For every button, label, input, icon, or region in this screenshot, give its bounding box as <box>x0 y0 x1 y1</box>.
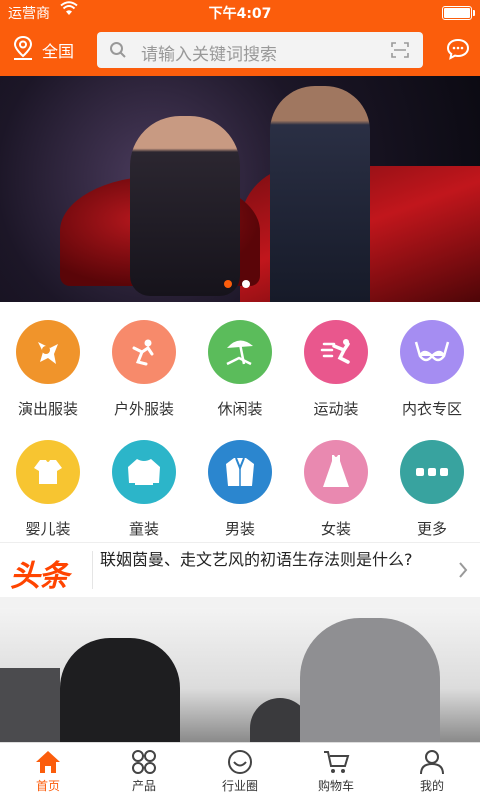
category-label: 户外服装 <box>113 400 174 418</box>
location-selector[interactable]: 全国 <box>12 35 75 65</box>
category-label: 女装 <box>320 520 351 538</box>
search-icon <box>109 41 127 64</box>
tab-mine[interactable]: 我的 <box>384 743 480 801</box>
tab-products[interactable]: 产品 <box>96 743 192 801</box>
headline-text[interactable]: 联姻茵曼、走文艺风的初语生存法则是什么? <box>100 549 445 570</box>
cart-icon <box>288 749 384 775</box>
runner-icon <box>304 320 368 384</box>
app-header: 运营商 下午4:07 全国 请输入关键词搜索 <box>0 0 480 76</box>
headline-divider <box>92 551 93 589</box>
category-label: 更多 <box>416 520 447 538</box>
tab-label: 产品 <box>131 779 156 793</box>
banner2-model-right <box>300 618 440 742</box>
category-menswear[interactable]: 男装 <box>192 440 288 539</box>
banner-model-woman <box>130 116 240 296</box>
location-pin-icon <box>12 35 34 65</box>
category-performance[interactable]: 演出服装 <box>0 320 96 419</box>
category-grid: 演出服装 户外服装 休闲装 运动装 内衣专区 婴儿装 童装 男装 女装 更多 <box>0 302 480 542</box>
home-icon <box>0 749 96 775</box>
message-icon[interactable] <box>446 38 470 64</box>
banner-pagination <box>224 280 250 288</box>
search-input[interactable]: 请输入关键词搜索 <box>97 32 423 68</box>
category-label: 休闲装 <box>217 400 263 418</box>
more-icon <box>400 440 464 504</box>
category-outdoor[interactable]: 户外服装 <box>96 320 192 419</box>
search-placeholder: 请输入关键词搜索 <box>141 45 277 65</box>
headline-news[interactable]: 头条 联姻茵曼、走文艺风的初语生存法则是什么? <box>0 542 480 597</box>
suit-icon <box>208 440 272 504</box>
status-time: 下午4:07 <box>208 6 272 22</box>
tab-home[interactable]: 首页 <box>0 743 96 801</box>
performance-icon <box>16 320 80 384</box>
promo-banner-secondary[interactable] <box>0 608 480 742</box>
banner-dot-2[interactable] <box>242 280 250 288</box>
banner-dot-1[interactable] <box>224 280 232 288</box>
outdoor-icon <box>112 320 176 384</box>
tab-label: 首页 <box>35 779 60 793</box>
banner2-model-left <box>60 638 180 742</box>
location-label: 全国 <box>42 42 75 61</box>
headline-logo: 头条 <box>10 559 69 594</box>
beach-umbrella-icon <box>208 320 272 384</box>
category-label: 演出服装 <box>17 400 78 418</box>
grid-icon <box>96 749 192 775</box>
tab-label: 购物车 <box>317 779 354 793</box>
banner-model-man <box>270 86 370 302</box>
category-label: 男装 <box>224 520 255 538</box>
tab-cart[interactable]: 购物车 <box>288 743 384 801</box>
category-babywear[interactable]: 婴儿装 <box>0 440 96 539</box>
category-casual[interactable]: 休闲装 <box>192 320 288 419</box>
dress-icon <box>304 440 368 504</box>
category-label: 童装 <box>128 520 159 538</box>
category-label: 婴儿装 <box>25 520 71 538</box>
sweater-icon <box>112 440 176 504</box>
baby-clothes-icon <box>16 440 80 504</box>
category-sportswear[interactable]: 运动装 <box>288 320 384 419</box>
battery-icon <box>442 6 475 20</box>
category-more[interactable]: 更多 <box>384 440 480 539</box>
category-label: 运动装 <box>313 400 359 418</box>
category-label: 内衣专区 <box>401 400 462 418</box>
category-underwear[interactable]: 内衣专区 <box>384 320 480 419</box>
bottom-tab-bar: 首页 产品 行业圈 购物车 我的 <box>0 742 480 801</box>
tab-label: 我的 <box>419 779 444 793</box>
chevron-right-icon <box>458 561 468 583</box>
scan-icon[interactable] <box>391 42 409 63</box>
category-womenswear[interactable]: 女装 <box>288 440 384 539</box>
status-bar: 运营商 下午4:07 <box>0 0 480 24</box>
category-kidswear[interactable]: 童装 <box>96 440 192 539</box>
user-icon <box>384 749 480 775</box>
tab-label: 行业圈 <box>221 779 258 793</box>
bra-icon <box>400 320 464 384</box>
tab-industry[interactable]: 行业圈 <box>192 743 288 801</box>
banner2-building <box>0 668 60 742</box>
smile-icon <box>192 749 288 775</box>
promo-banner[interactable] <box>0 76 480 302</box>
